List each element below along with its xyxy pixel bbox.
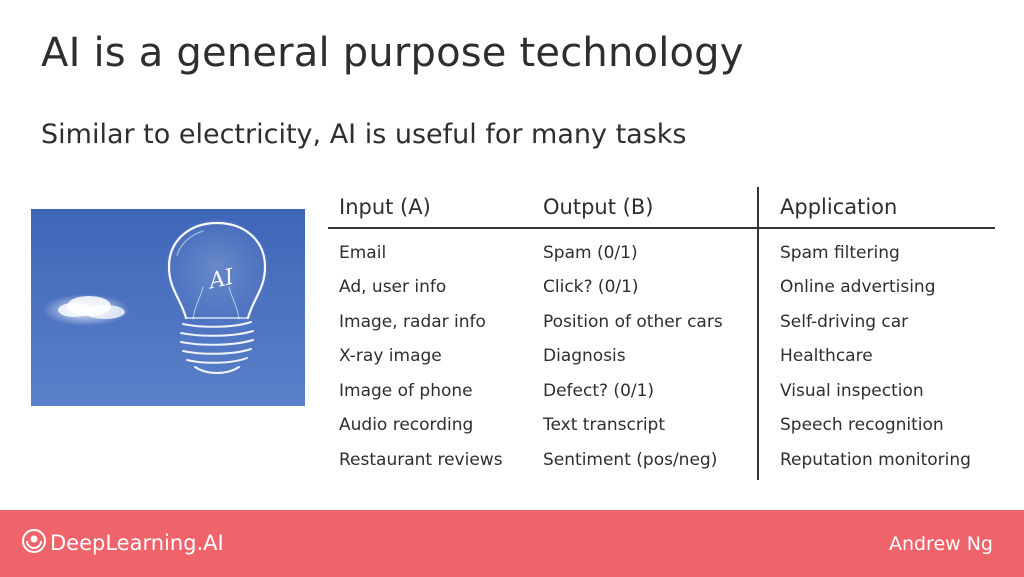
- input-cell: Image of phone: [339, 381, 473, 401]
- table-row: Restaurant reviews Sentiment (pos/neg) R…: [328, 445, 995, 475]
- input-cell: Email: [339, 243, 387, 263]
- input-cell: Audio recording: [339, 415, 474, 435]
- table-row: X-ray image Diagnosis Healthcare: [328, 341, 995, 371]
- table-row: Email Spam (0/1) Spam filtering: [328, 238, 995, 268]
- input-cell: X-ray image: [339, 346, 442, 366]
- table-row: Image, radar info Position of other cars…: [328, 307, 995, 337]
- ai-applications-table: Input (A) Output (B) Application Email S…: [328, 187, 995, 480]
- application-cell: Visual inspection: [780, 381, 924, 401]
- slide: AI is a general purpose technology Simil…: [0, 0, 1024, 577]
- header-rule: [328, 227, 995, 229]
- application-cell: Speech recognition: [780, 415, 944, 435]
- output-cell: Defect? (0/1): [543, 381, 655, 401]
- header-application: Application: [780, 195, 898, 219]
- application-cell: Spam filtering: [780, 243, 900, 263]
- header-output: Output (B): [543, 195, 654, 219]
- output-cell: Diagnosis: [543, 346, 626, 366]
- output-cell: Click? (0/1): [543, 277, 639, 297]
- application-cell: Self-driving car: [780, 312, 909, 332]
- header-input: Input (A): [339, 195, 431, 219]
- application-cell: Reputation monitoring: [780, 450, 971, 470]
- author-name: Andrew Ng: [888, 533, 993, 555]
- input-cell: Ad, user info: [339, 277, 447, 297]
- slide-title: AI is a general purpose technology: [41, 30, 744, 76]
- output-cell: Spam (0/1): [543, 243, 638, 263]
- output-cell: Position of other cars: [543, 312, 723, 332]
- footer-bar: DeepLearning.AI Andrew Ng: [0, 510, 1024, 577]
- application-cell: Healthcare: [780, 346, 873, 366]
- deeplearning-logo: DeepLearning.AI: [22, 528, 224, 558]
- cloud-icon: [42, 294, 130, 326]
- output-cell: Text transcript: [543, 415, 666, 435]
- table-row: Audio recording Text transcript Speech r…: [328, 410, 995, 440]
- input-cell: Restaurant reviews: [339, 450, 503, 470]
- output-cell: Sentiment (pos/neg): [543, 450, 718, 470]
- logo-text: DeepLearning.AI: [50, 531, 224, 555]
- slide-subtitle: Similar to electricity, AI is useful for…: [41, 119, 687, 150]
- table-row: Image of phone Defect? (0/1) Visual insp…: [328, 376, 995, 406]
- application-cell: Online advertising: [780, 277, 936, 297]
- input-cell: Image, radar info: [339, 312, 486, 332]
- lightbulb-photo: AI: [31, 209, 305, 406]
- deeplearning-logo-icon: [22, 529, 46, 557]
- table-row: Ad, user info Click? (0/1) Online advert…: [328, 272, 995, 302]
